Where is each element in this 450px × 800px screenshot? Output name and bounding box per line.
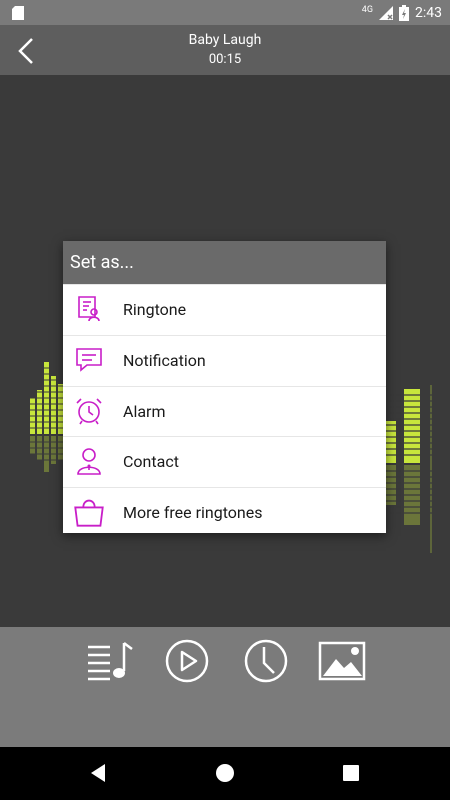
player-controls bbox=[0, 627, 450, 747]
image-icon[interactable] bbox=[318, 637, 366, 685]
signal-icon bbox=[379, 6, 393, 20]
shopping-bag-icon bbox=[74, 499, 104, 527]
option-label: Ringtone bbox=[123, 300, 187, 319]
option-more-ringtones[interactable]: More free ringtones bbox=[63, 487, 386, 538]
option-label: Contact bbox=[123, 452, 179, 472]
set-as-dialog: Set as... Ringtone Notification Alarm Co… bbox=[63, 241, 386, 533]
nav-home-icon[interactable] bbox=[214, 762, 236, 784]
nav-recents-icon[interactable] bbox=[340, 762, 362, 784]
app-bar: Baby Laugh 00:15 bbox=[0, 25, 450, 75]
ringtone-doc-icon bbox=[78, 296, 100, 322]
status-bar: 4G 2:43 bbox=[0, 0, 450, 25]
battery-charging-icon bbox=[399, 5, 409, 21]
ringtone-title: Baby Laugh bbox=[188, 32, 262, 48]
equalizer-right bbox=[384, 385, 436, 553]
network-type: 4G bbox=[361, 4, 373, 15]
system-nav-bar bbox=[0, 747, 450, 800]
contact-person-icon bbox=[77, 448, 101, 476]
alarm-clock-icon bbox=[76, 398, 102, 425]
option-label: Alarm bbox=[123, 401, 166, 421]
option-notification[interactable]: Notification bbox=[63, 334, 386, 386]
clock-time: 2:43 bbox=[415, 5, 442, 21]
sd-card-icon bbox=[12, 6, 24, 20]
option-label: Notification bbox=[123, 350, 206, 370]
playlist-music-icon[interactable] bbox=[86, 637, 134, 685]
option-ringtone[interactable]: Ringtone bbox=[63, 284, 386, 335]
equalizer-left bbox=[28, 362, 68, 472]
option-alarm[interactable]: Alarm bbox=[63, 385, 386, 437]
dialog-title: Set as... bbox=[63, 241, 386, 284]
play-icon[interactable] bbox=[163, 637, 211, 685]
option-contact[interactable]: Contact bbox=[63, 436, 386, 487]
option-label: More free ringtones bbox=[123, 503, 263, 523]
clock-icon[interactable] bbox=[242, 637, 290, 685]
chat-bubble-icon bbox=[76, 347, 102, 372]
ringtone-duration: 00:15 bbox=[208, 52, 242, 67]
nav-back-icon[interactable] bbox=[88, 762, 110, 784]
